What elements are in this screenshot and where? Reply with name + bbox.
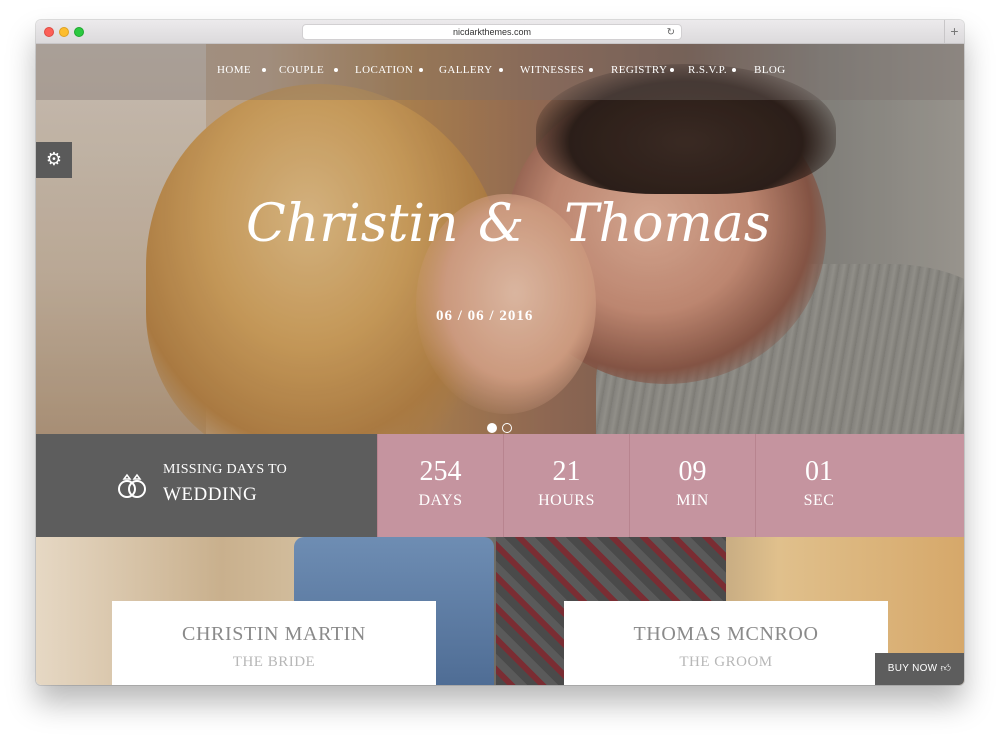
countdown-hours: 21 HOURS [503, 434, 629, 537]
hours-unit: HOURS [538, 492, 595, 509]
gear-icon: ⚙ [45, 149, 63, 169]
nav-separator [334, 68, 338, 72]
thumbs-up-icon: 👍︎ [940, 663, 952, 674]
nav-item-gallery[interactable]: GALLERY [439, 64, 493, 76]
nav-separator [499, 68, 503, 72]
close-window-button[interactable] [44, 27, 54, 37]
slider-dot-1[interactable] [487, 423, 497, 433]
minutes-unit: MIN [676, 492, 709, 509]
reload-icon[interactable]: ↻ [667, 25, 675, 40]
nav-item-home[interactable]: HOME [217, 64, 251, 76]
countdown-label-panel: MISSING DAYS TO WEDDING [36, 434, 377, 537]
countdown-seconds: 01 SEC [755, 434, 964, 537]
countdown-subtitle: MISSING DAYS TO [163, 462, 288, 477]
groom-name: THOMAS MCNROO [633, 623, 819, 645]
zoom-window-button[interactable] [74, 27, 84, 37]
countdown-bar: MISSING DAYS TO WEDDING 254 DAYS 21 HOUR… [36, 434, 964, 537]
ampersand: & [478, 194, 525, 254]
countdown-title: WEDDING [163, 484, 258, 505]
address-bar[interactable]: nicdarkthemes.com ↻ [302, 24, 682, 40]
nav-separator [732, 68, 736, 72]
buy-now-button[interactable]: BUY NOW 👍︎ [875, 653, 964, 685]
wedding-date: 06 / 06 / 2016 [436, 308, 534, 324]
new-tab-button[interactable]: + [944, 20, 964, 44]
nav-item-blog[interactable]: BLOG [754, 64, 786, 76]
nav-item-location[interactable]: LOCATION [355, 64, 413, 76]
nav-item-rsvp[interactable]: R.S.V.P. [688, 64, 727, 76]
couple-names-heading: Christin & Thomas [246, 194, 770, 274]
minimize-window-button[interactable] [59, 27, 69, 37]
groom-card[interactable]: THOMAS MCNROO THE GROOM [564, 601, 888, 685]
settings-gear-button[interactable]: ⚙ [36, 142, 72, 178]
nav-item-couple[interactable]: COUPLE [279, 64, 324, 76]
countdown-minutes: 09 MIN [629, 434, 755, 537]
nav-separator [589, 68, 593, 72]
bride-card[interactable]: CHRISTIN MARTIN THE BRIDE [112, 601, 436, 685]
seconds-unit: SEC [803, 492, 835, 509]
days-unit: DAYS [418, 492, 463, 509]
slider-dot-2[interactable] [502, 423, 512, 433]
nav-separator [262, 68, 266, 72]
browser-titlebar: nicdarkthemes.com ↻ + [36, 20, 964, 44]
nav-separator [670, 68, 674, 72]
page-viewport: HOME COUPLE LOCATION GALLERY WITNESSES R… [36, 44, 964, 685]
couple-section: CHRISTIN MARTIN THE BRIDE THOMAS MCNROO … [36, 537, 964, 685]
nav-item-witnesses[interactable]: WITNESSES [520, 64, 584, 76]
groom-role: THE GROOM [679, 654, 773, 670]
buy-now-label: BUY NOW [887, 663, 938, 674]
bride-role: THE BRIDE [232, 654, 316, 670]
address-text: nicdarkthemes.com [452, 27, 532, 37]
nav-item-registry[interactable]: REGISTRY [611, 64, 667, 76]
nav-menu: HOME COUPLE LOCATION GALLERY WITNESSES R… [36, 64, 964, 80]
hero-slider: HOME COUPLE LOCATION GALLERY WITNESSES R… [36, 44, 964, 434]
slider-pagination [487, 423, 517, 434]
days-value: 254 [419, 456, 462, 487]
main-navigation: HOME COUPLE LOCATION GALLERY WITNESSES R… [36, 44, 964, 100]
minutes-value: 09 [678, 456, 707, 487]
groom-first-name: Thomas [564, 194, 771, 254]
nav-separator [419, 68, 423, 72]
seconds-value: 01 [805, 456, 833, 487]
countdown-days: 254 DAYS [377, 434, 503, 537]
browser-window: nicdarkthemes.com ↻ + HOME COUPLE LOCATI… [36, 20, 964, 685]
bride-name: CHRISTIN MARTIN [182, 623, 366, 645]
wedding-rings-icon [118, 473, 146, 498]
hours-value: 21 [552, 456, 581, 487]
bride-first-name: Christin [246, 194, 459, 254]
